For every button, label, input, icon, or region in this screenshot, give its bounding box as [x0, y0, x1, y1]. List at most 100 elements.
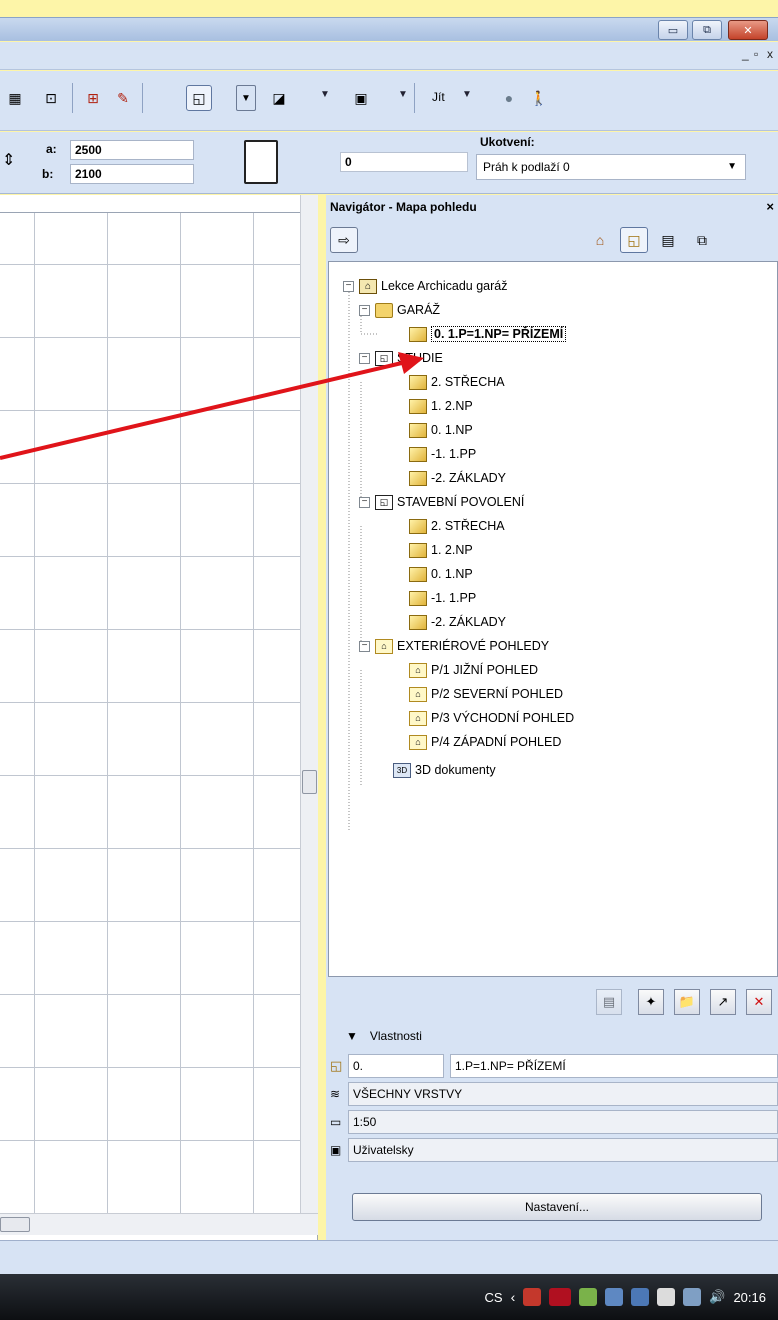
- tree-node-3d-docs[interactable]: 3D 3D dokumenty: [393, 758, 496, 782]
- tree-node-povoleni-1[interactable]: 1. 2.NP: [409, 538, 473, 562]
- go-dropdown-icon[interactable]: ▼: [462, 89, 472, 100]
- new-view-icon[interactable]: ✦: [638, 989, 664, 1015]
- tree-node-studie-4[interactable]: -2. ZÁKLADY: [409, 466, 506, 490]
- settings-button[interactable]: Nastavení...: [352, 1193, 762, 1221]
- elevation-icon: ⌂: [409, 662, 427, 678]
- minimize-button[interactable]: ▭: [658, 20, 688, 40]
- layout-book-icon[interactable]: ▤: [654, 227, 682, 253]
- close-button[interactable]: ✕: [728, 20, 768, 40]
- publisher-icon[interactable]: ⇨: [330, 227, 358, 253]
- layer-combination-select[interactable]: VŠECHNY VRSTVY: [348, 1082, 778, 1106]
- tree-node-exterior-2[interactable]: ⌂ P/3 VÝCHODNÍ POHLED: [409, 706, 574, 730]
- tree-node-studie-3[interactable]: -1. 1.PP: [409, 442, 476, 466]
- go-menu-label[interactable]: Jít: [432, 90, 445, 104]
- anchor-select[interactable]: Práh k podlaží 0 ▼: [476, 154, 746, 180]
- restore-button[interactable]: ⧉: [692, 20, 722, 40]
- collapse-icon[interactable]: −: [359, 496, 370, 508]
- tree-node-set-exterior[interactable]: − ⌂ EXTERIÉROVÉ POHLEDY: [359, 634, 549, 658]
- floor-plan-icon[interactable]: ⊞: [80, 85, 106, 111]
- vertical-scrollbar[interactable]: [300, 195, 318, 1213]
- story-icon: [409, 446, 427, 462]
- tree-node-exterior-0[interactable]: ⌂ P/1 JIŽNÍ POHLED: [409, 658, 538, 682]
- new-folder-icon[interactable]: 📁: [674, 989, 700, 1015]
- publisher-sets-icon[interactable]: ⧉: [688, 227, 716, 253]
- tree-node-garaz-view[interactable]: 0. 1.P=1.NP= PŘÍZEMÍ: [409, 322, 567, 346]
- properties-panel: ▼ Vlastnosti ◱ 0. 1.P=1.NP= PŘÍZEMÍ ≋ VŠ…: [326, 1023, 778, 1238]
- language-indicator[interactable]: CS: [485, 1290, 503, 1305]
- collapse-icon[interactable]: −: [359, 640, 370, 652]
- story-icon: [409, 470, 427, 486]
- collapse-icon[interactable]: −: [343, 280, 354, 292]
- tree-node-exterior-1[interactable]: ⌂ P/2 SEVERNÍ POHLED: [409, 682, 563, 706]
- collapse-triangle-icon[interactable]: ▼: [346, 1029, 358, 1043]
- tree-node-set-studie[interactable]: − ◱ STUDIE: [359, 346, 443, 370]
- story-icon: [409, 518, 427, 534]
- layout-icon[interactable]: ▣: [348, 85, 374, 111]
- width-a-input[interactable]: 2500: [70, 140, 194, 160]
- ati-icon[interactable]: [549, 1288, 572, 1306]
- tree-node-set-povoleni[interactable]: − ◱ STAVEBNÍ POVOLENÍ: [359, 490, 524, 514]
- security-alert-icon[interactable]: [631, 1288, 650, 1306]
- tree-label: P/3 VÝCHODNÍ POHLED: [431, 711, 575, 725]
- elevation-icon: ⌂: [409, 686, 427, 702]
- plan-view-dropdown[interactable]: ▼: [236, 85, 256, 111]
- door-frame-icon[interactable]: [244, 140, 278, 184]
- walk-icon[interactable]: 🚶: [526, 85, 552, 111]
- power-icon[interactable]: [657, 1288, 676, 1306]
- antivirus-icon[interactable]: [523, 1288, 542, 1306]
- height-b-input[interactable]: 2100: [70, 164, 194, 184]
- layout-dropdown-icon[interactable]: ▼: [398, 89, 408, 100]
- network-helper-icon[interactable]: [579, 1288, 598, 1306]
- tree-node-povoleni-3[interactable]: -1. 1.PP: [409, 586, 476, 610]
- volume-icon[interactable]: 🔊: [709, 1289, 725, 1305]
- view-name-input[interactable]: 1.P=1.NP= PŘÍZEMÍ: [450, 1054, 778, 1078]
- open-view-icon[interactable]: ↗: [710, 989, 736, 1015]
- tray-expand-icon[interactable]: ‹: [511, 1289, 516, 1305]
- tree-node-exterior-3[interactable]: ⌂ P/4 ZÁPADNÍ POHLED: [409, 730, 561, 754]
- tree-node-povoleni-2[interactable]: 0. 1.NP: [409, 562, 473, 586]
- horizontal-scroll-thumb[interactable]: [0, 1217, 30, 1232]
- mdi-close-button[interactable]: x: [767, 47, 773, 61]
- orbit-icon[interactable]: ●: [496, 85, 522, 111]
- tree-node-studie-2[interactable]: 0. 1.NP: [409, 418, 473, 442]
- collapse-icon[interactable]: −: [359, 304, 370, 316]
- tree-node-project[interactable]: − ⌂ Lekce Archicadu garáž: [343, 274, 507, 298]
- 3d-dropdown-icon[interactable]: ▼: [320, 89, 330, 100]
- collapse-icon[interactable]: −: [359, 352, 370, 364]
- scale-select[interactable]: 1:50: [348, 1110, 778, 1134]
- project-map-icon[interactable]: ⌂: [586, 227, 614, 253]
- drawing-grid[interactable]: [0, 213, 300, 1213]
- zoom-select[interactable]: Uživatelsky: [348, 1138, 778, 1162]
- tree-node-studie-1[interactable]: 1. 2.NP: [409, 394, 473, 418]
- properties-header[interactable]: ▼ Vlastnosti: [346, 1029, 422, 1043]
- delete-icon[interactable]: ✕: [746, 989, 772, 1015]
- tree-node-studie-0[interactable]: 2. STŘECHA: [409, 370, 505, 394]
- tree-node-povoleni-0[interactable]: 2. STŘECHA: [409, 514, 505, 538]
- sill-offset-input[interactable]: 0: [340, 152, 468, 172]
- title-bar[interactable]: ▭ ⧉ ✕: [0, 17, 778, 41]
- pen-marker-icon[interactable]: ✎: [110, 85, 136, 111]
- tree-label: -2. ZÁKLADY: [431, 471, 507, 485]
- monitor-icon[interactable]: [605, 1288, 624, 1306]
- navigator-title-bar[interactable]: Navigátor - Mapa pohledu ×: [326, 195, 778, 219]
- view-id-input[interactable]: 0.: [348, 1054, 444, 1078]
- section-tool-icon[interactable]: ⊡: [38, 85, 64, 111]
- horizontal-scrollbar[interactable]: [0, 1213, 318, 1235]
- clock[interactable]: 20:16: [733, 1290, 766, 1305]
- floor-plan-canvas[interactable]: [0, 195, 318, 1240]
- network-icon[interactable]: [683, 1288, 702, 1306]
- 3d-window-icon[interactable]: ◪: [266, 85, 292, 111]
- plan-view-button[interactable]: ◱: [186, 85, 212, 111]
- tree-node-folder-garaz[interactable]: − GARÁŽ: [359, 298, 440, 322]
- vertical-scroll-thumb[interactable]: [302, 770, 317, 794]
- navigator-close-icon[interactable]: ×: [766, 199, 774, 214]
- elevation-tool-icon[interactable]: ▦: [2, 85, 28, 111]
- mdi-restore-button[interactable]: ▫: [754, 47, 758, 61]
- status-bar: [0, 1240, 778, 1274]
- view-map-icon[interactable]: ◱: [620, 227, 648, 253]
- tree-node-povoleni-4[interactable]: -2. ZÁKLADY: [409, 610, 506, 634]
- mdi-minimize-button[interactable]: _: [742, 47, 749, 61]
- view-map-tree[interactable]: − ⌂ Lekce Archicadu garáž − GARÁŽ 0. 1.P…: [328, 261, 778, 977]
- clone-icon[interactable]: ▤: [596, 989, 622, 1015]
- anchor-label: Ukotvení:: [480, 135, 535, 149]
